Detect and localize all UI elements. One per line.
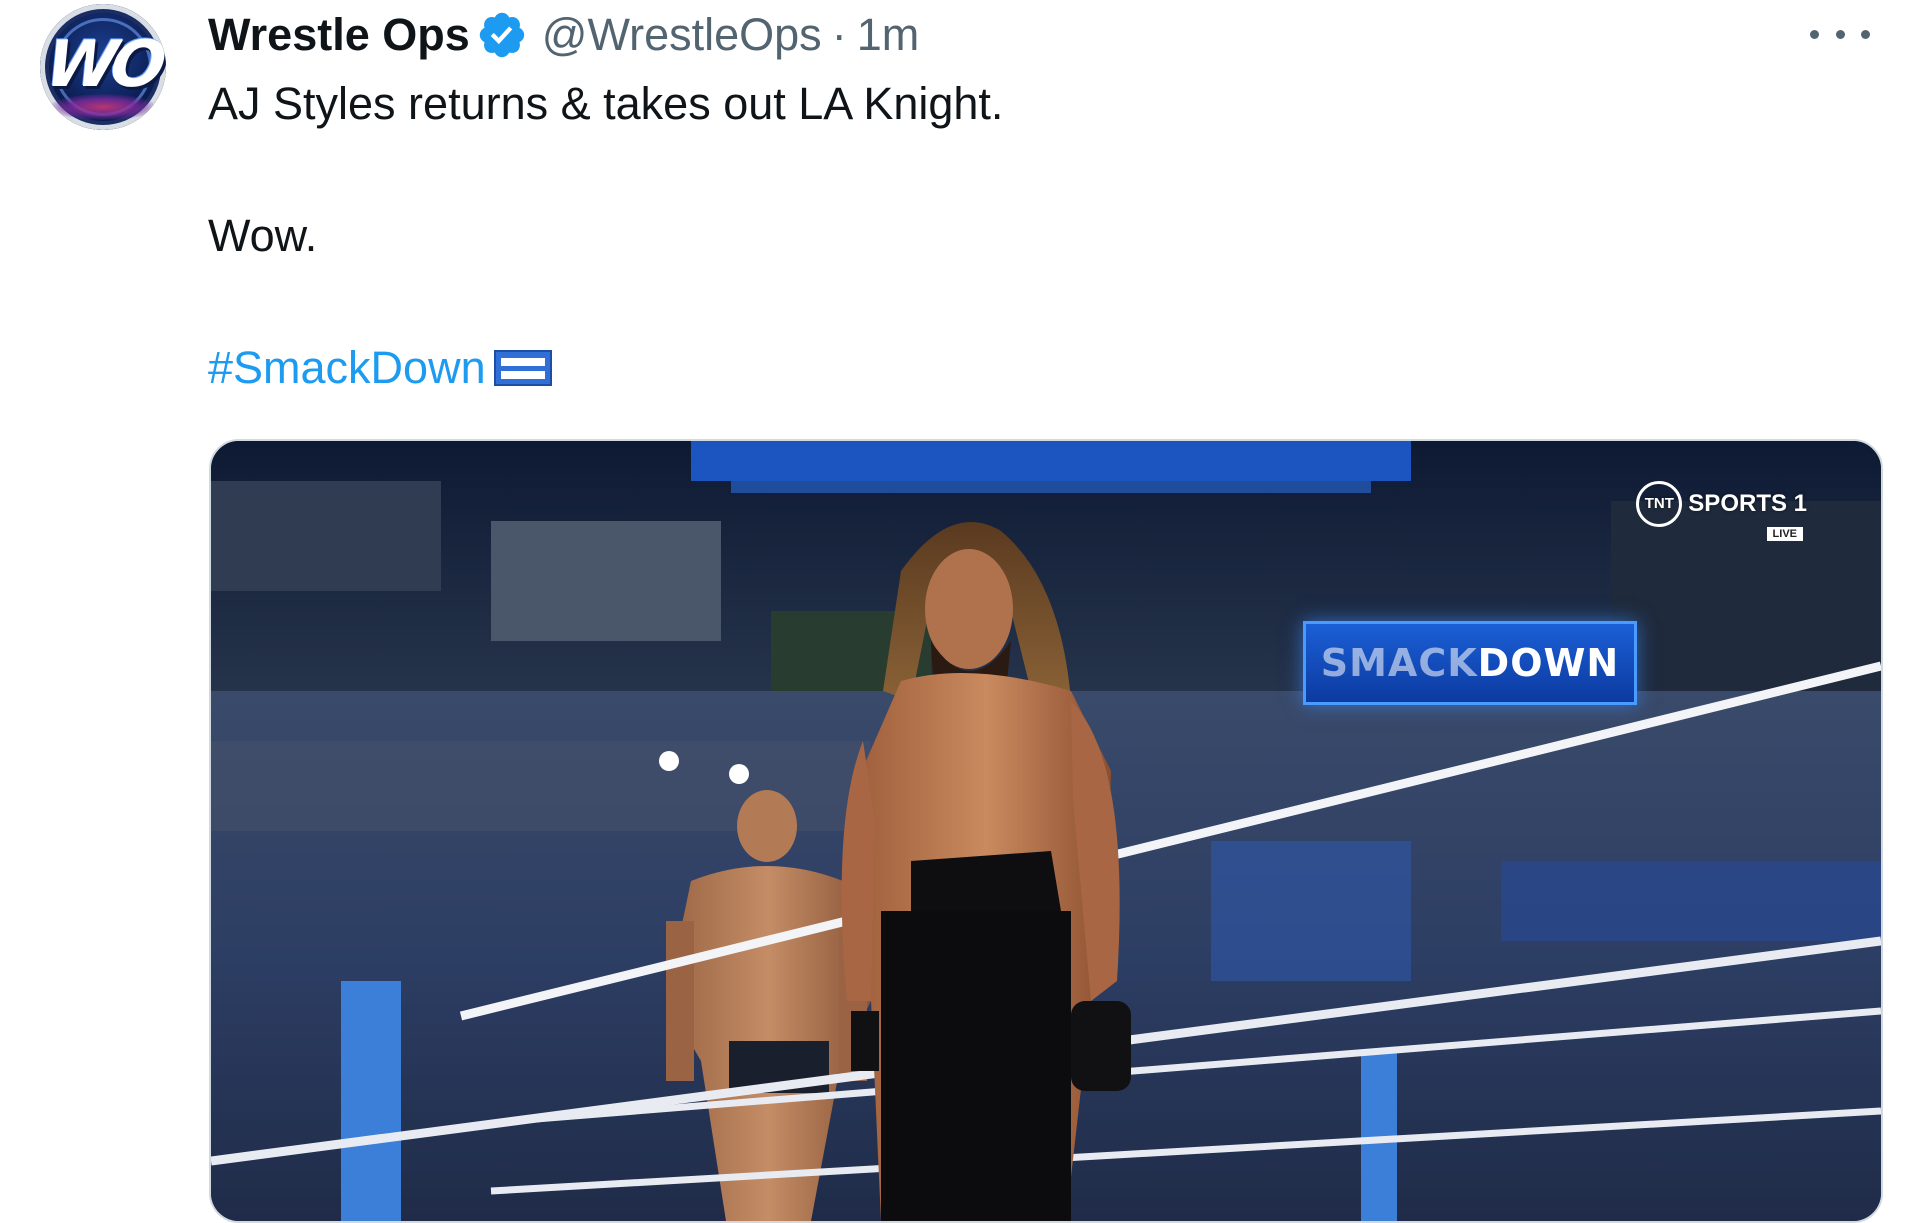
arena-sign-part: DOWN [1477, 641, 1620, 685]
arena-smackdown-sign: SMACKDOWN [1303, 621, 1637, 705]
verified-badge-icon[interactable] [476, 9, 528, 61]
crowd-blue-section [1211, 841, 1411, 981]
separator-dot: · [831, 9, 847, 60]
lighting-rig [691, 441, 1411, 481]
smackdown-hashflag-icon [493, 350, 552, 386]
tweet-text-line: AJ Styles returns & takes out LA Knight. [208, 78, 1004, 129]
arena-sign-part: SMACK [1320, 641, 1478, 685]
avatar[interactable]: WO [40, 4, 166, 130]
broadcaster-text: SPORTS 1 [1688, 490, 1807, 517]
broadcaster-logo-circle: TNT [1636, 481, 1683, 527]
tweet-card[interactable]: WO Wrestle Ops @WrestleOps · 1m AJ Style… [0, 0, 1920, 1223]
spotlight [659, 751, 679, 771]
lighting-rig-glow [731, 481, 1371, 493]
tweet-media-photo[interactable]: SMACKDOWN TNT SPORTS 1 LIVE [209, 439, 1883, 1223]
hashtag-link[interactable]: #SmackDown [208, 342, 486, 394]
more-dot [1861, 29, 1870, 39]
ring-post [341, 981, 401, 1221]
author-handle[interactable]: @WrestleOps [542, 9, 822, 61]
photo-scene [211, 441, 1881, 1221]
hashflag-bar [500, 371, 545, 379]
tweet-header: Wrestle Ops @WrestleOps · 1m [208, 6, 919, 64]
broadcaster-logo: TNT SPORTS 1 [1636, 481, 1807, 527]
more-options-icon[interactable] [1810, 14, 1870, 54]
hashtag-line: #SmackDown [208, 342, 552, 394]
avatar-monogram: WO [41, 28, 165, 102]
hashflag-bar [500, 358, 545, 366]
more-dot [1810, 29, 1819, 39]
upper-wall [491, 521, 721, 641]
live-badge: LIVE [1766, 527, 1803, 541]
upper-sign [211, 481, 441, 591]
author-name[interactable]: Wrestle Ops [208, 9, 470, 61]
spotlight [729, 764, 749, 784]
crowd-tier-right [1501, 861, 1881, 941]
more-dot [1835, 29, 1845, 39]
tweet-text-line: Wow. [208, 210, 318, 261]
timestamp[interactable]: 1m [857, 9, 920, 61]
